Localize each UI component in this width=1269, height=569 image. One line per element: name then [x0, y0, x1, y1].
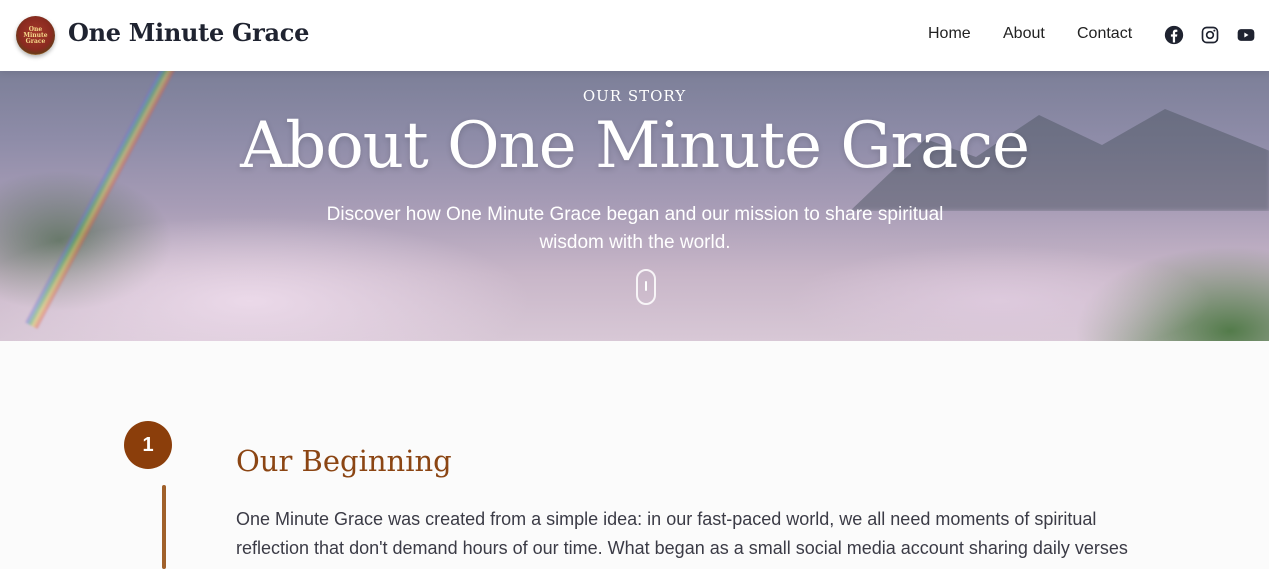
logo-icon[interactable]: One Minute Grace — [16, 16, 55, 55]
nav-home[interactable]: Home — [928, 25, 971, 43]
nav-contact[interactable]: Contact — [1077, 25, 1132, 43]
hero-title: About One Minute Grace — [240, 109, 1030, 183]
hero-eyebrow: OUR STORY — [582, 87, 687, 105]
nav-about[interactable]: About — [1003, 25, 1045, 43]
youtube-icon[interactable] — [1236, 25, 1256, 45]
scroll-down-icon[interactable] — [636, 269, 656, 305]
section-title: Our Beginning — [236, 444, 452, 478]
logo-text: One Minute Grace — [23, 25, 48, 45]
step-number-badge: 1 — [124, 421, 172, 469]
hero-banner: OUR STORY About One Minute Grace Discove… — [0, 71, 1269, 341]
hero-subtitle: Discover how One Minute Grace began and … — [326, 204, 944, 253]
site-header: One Minute Grace One Minute Grace Home A… — [0, 0, 1269, 71]
section-body: One Minute Grace was created from a simp… — [236, 509, 1128, 558]
timeline-line — [162, 485, 166, 569]
brand-name[interactable]: One Minute Grace — [68, 18, 309, 47]
facebook-icon[interactable] — [1164, 25, 1184, 45]
instagram-icon[interactable] — [1200, 25, 1220, 45]
